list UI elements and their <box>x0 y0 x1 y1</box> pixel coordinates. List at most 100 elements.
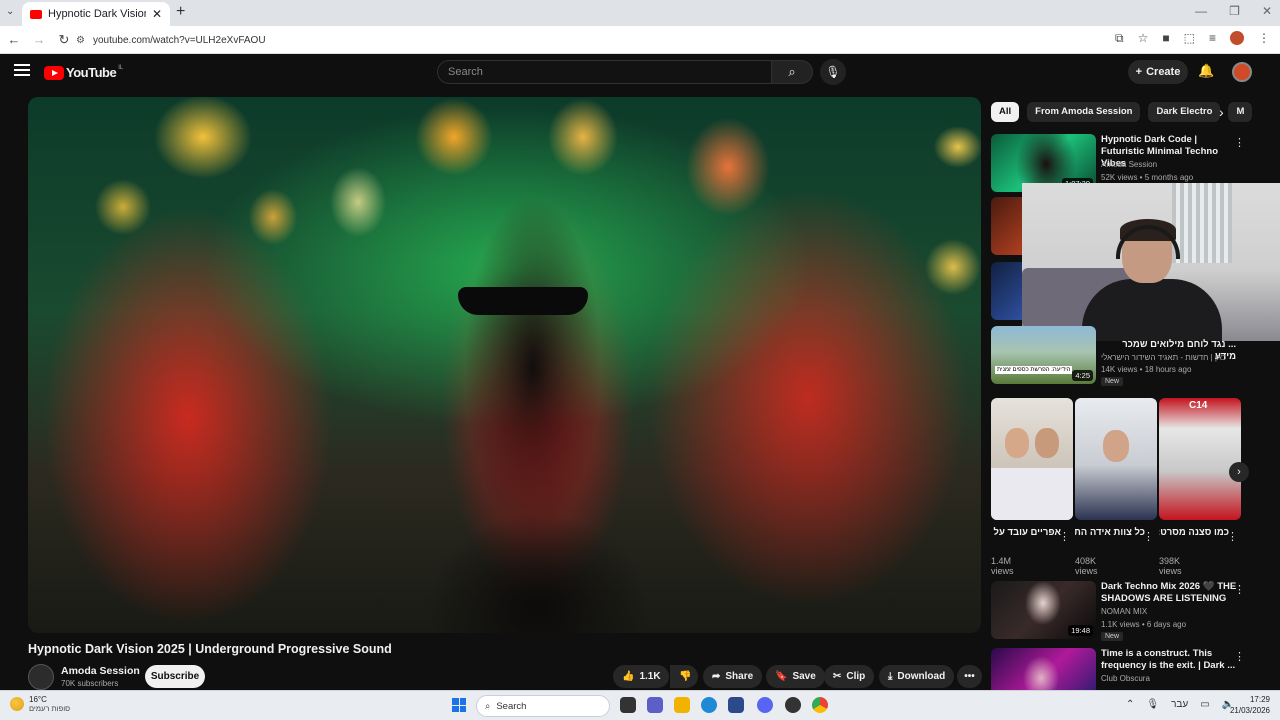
subscriber-count: 70K subscribers <box>61 679 119 688</box>
notifications-bell-icon[interactable]: 🔔 <box>1198 63 1214 79</box>
recommended-channel[interactable]: Amoda Session <box>1101 160 1157 169</box>
obs-icon[interactable] <box>785 697 801 713</box>
windows-taskbar: 16°C סופות רעמים ⌕ Search ⌃ 🎙 עבר ▭ 🔈 17… <box>0 690 1280 720</box>
more-options-icon[interactable]: ⋮ <box>1234 650 1245 663</box>
short-title[interactable]: אפריים עובד על אוויס ✌🏽 <box>991 526 1061 539</box>
taskbar-clock[interactable]: 17:29 21/03/2026 <box>1224 694 1270 716</box>
discord-icon[interactable] <box>757 697 773 713</box>
mic-tray-icon[interactable]: 🎙 <box>1146 699 1159 710</box>
chip-dark-electro[interactable]: Dark Electro <box>1148 102 1221 122</box>
more-actions-button[interactable]: ••• <box>957 665 982 688</box>
network-icon[interactable]: ▭ <box>1200 699 1209 710</box>
download-button[interactable]: ⤓ Download <box>879 665 955 688</box>
youtube-logo[interactable]: YouTube IL <box>44 65 123 80</box>
address-bar: ← → ↻ ⚙ youtube.com/watch?v=ULH2eXvFAOU … <box>0 26 1280 54</box>
dislike-button[interactable]: 👎 <box>670 665 698 688</box>
recommended-video[interactable]: 19:48 Dark Techno Mix 2026 🖤 THE SHADOWS… <box>991 581 1271 641</box>
media-control-icon[interactable]: ≡ <box>1209 31 1216 46</box>
search-input[interactable]: Search <box>437 60 772 84</box>
chip-more[interactable]: M <box>1228 102 1253 122</box>
edge-icon[interactable] <box>701 697 717 713</box>
short-title[interactable]: כמו סצנה מסרט: לוחמנו... <box>1159 526 1229 539</box>
new-tab-icon[interactable]: + <box>176 3 185 21</box>
browser-tab[interactable]: Hypnotic Dark Vision 2025 | Und ✕ <box>22 2 170 26</box>
more-options-icon[interactable]: ⋮ <box>1234 136 1245 149</box>
video-thumbnail[interactable] <box>991 648 1096 690</box>
chevron-right-icon[interactable]: › <box>1219 104 1224 120</box>
recommended-video[interactable]: Time is a construct. This frequency is t… <box>991 648 1271 690</box>
plus-icon: + <box>1135 66 1143 78</box>
video-thumbnail[interactable] <box>991 197 1023 255</box>
store-icon[interactable] <box>728 697 744 713</box>
video-player[interactable] <box>28 97 981 633</box>
close-window-icon[interactable]: ✕ <box>1262 4 1272 18</box>
windows-start-icon[interactable] <box>452 698 466 712</box>
short-shirts <box>991 468 1073 520</box>
recommended-title[interactable]: Time is a construct. This frequency is t… <box>1101 648 1241 672</box>
reload-icon[interactable]: ↻ <box>53 32 75 48</box>
more-options-icon[interactable]: ⋮ <box>1234 583 1245 596</box>
subscribe-button[interactable]: Subscribe <box>145 665 205 688</box>
more-options-icon[interactable]: ⋮ <box>1059 530 1070 543</box>
youtube-favicon-icon <box>30 9 42 19</box>
chrome-icon[interactable] <box>812 697 828 713</box>
hamburger-menu-icon[interactable] <box>14 64 30 79</box>
recommended-channel[interactable]: Club Obscura <box>1101 674 1150 683</box>
channel-avatar[interactable] <box>28 664 54 690</box>
site-info-icon[interactable]: ⚙ <box>76 35 85 46</box>
taskbar-search-label: Search <box>496 700 527 712</box>
tray-chevron-icon[interactable]: ⌃ <box>1126 699 1134 710</box>
recommended-channel[interactable]: כאן | חדשות - תאגיד השידור הישראלי <box>1101 353 1226 362</box>
address-bar-icons: ⧉ ☆ ■ ⬚ ≡ ⋮ <box>1115 31 1270 46</box>
share-button[interactable]: ➦ Share <box>703 665 763 688</box>
task-view-icon[interactable] <box>620 697 636 713</box>
forward-icon[interactable]: → <box>28 32 50 47</box>
recommended-channel[interactable]: NOMAN MIX <box>1101 607 1147 616</box>
video-thumbnail[interactable]: 19:48 <box>991 581 1096 639</box>
back-icon[interactable]: ← <box>3 32 25 47</box>
file-explorer-icon[interactable] <box>674 697 690 713</box>
tab-search-icon[interactable]: ⌄ <box>6 6 14 17</box>
short-thumbnail[interactable] <box>991 398 1073 520</box>
recommended-video[interactable]: הידיעה: הפרשת כספים זמנית 4:25 ... נגד ל… <box>991 326 1271 388</box>
video-thumbnail[interactable] <box>991 262 1023 320</box>
teams-icon[interactable] <box>647 697 663 713</box>
browser-menu-icon[interactable]: ⋮ <box>1258 31 1270 46</box>
chip-all[interactable]: All <box>991 102 1020 122</box>
short-title[interactable]: כל צוות אידה התחפש אליי ... <box>1075 526 1145 539</box>
minimize-icon[interactable]: — <box>1195 4 1207 18</box>
chip-from-channel[interactable]: From Amoda Session <box>1027 102 1141 122</box>
taskbar-search[interactable]: ⌕ Search <box>476 695 610 717</box>
close-tab-icon[interactable]: ✕ <box>152 7 162 21</box>
short-person <box>1005 428 1029 458</box>
language-indicator[interactable]: עבר <box>1171 699 1188 710</box>
short-thumbnail[interactable]: C14 <box>1159 398 1241 520</box>
more-options-icon[interactable]: ⋮ <box>1227 530 1238 543</box>
new-badge: New <box>1101 377 1124 386</box>
like-button[interactable]: 👍 1.1K <box>613 665 669 688</box>
extensions-puzzle-icon[interactable]: ⬚ <box>1184 31 1195 46</box>
bookmark-star-icon[interactable]: ☆ <box>1138 31 1149 46</box>
weather-widget[interactable]: 16°C סופות רעמים <box>10 695 70 713</box>
create-button[interactable]: + Create <box>1128 60 1188 84</box>
clip-button[interactable]: ✂ Clip <box>824 665 875 688</box>
youtube-header: YouTube IL Search ⌕ 🎙 + Create 🔔 <box>0 54 1280 90</box>
install-app-icon[interactable]: ⧉ <box>1115 31 1124 46</box>
new-badge: New <box>1101 632 1124 641</box>
url-field[interactable]: ⚙ youtube.com/watch?v=ULH2eXvFAOU <box>76 30 1096 50</box>
microphone-icon[interactable]: 🎙 <box>820 59 846 85</box>
webcam-window-blinds <box>1172 183 1232 263</box>
profile-avatar[interactable] <box>1230 31 1244 45</box>
search-icon[interactable]: ⌕ <box>771 60 813 84</box>
short-person <box>1035 428 1059 458</box>
video-thumbnail[interactable]: הידיעה: הפרשת כספים זמנית 4:25 <box>991 326 1096 384</box>
restore-icon[interactable]: ❐ <box>1229 4 1240 18</box>
account-avatar[interactable] <box>1232 62 1252 82</box>
extension-icon[interactable]: ■ <box>1162 31 1169 46</box>
short-thumbnail[interactable] <box>1075 398 1157 520</box>
recommended-title[interactable]: Dark Techno Mix 2026 🖤 THE SHADOWS ARE L… <box>1101 581 1241 605</box>
save-button[interactable]: 🔖 Save <box>766 665 825 688</box>
chevron-right-icon[interactable]: › <box>1229 462 1249 482</box>
channel-name[interactable]: Amoda Session <box>61 665 140 677</box>
more-options-icon[interactable]: ⋮ <box>1143 530 1154 543</box>
